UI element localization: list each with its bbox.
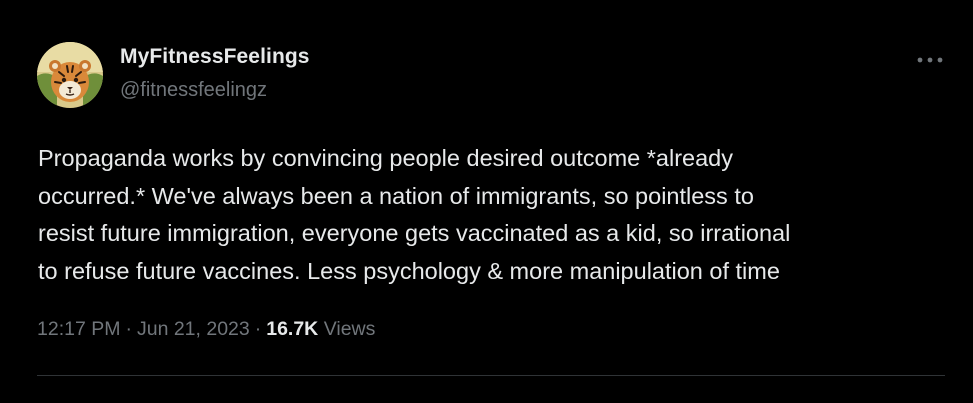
views-label: Views (323, 318, 376, 340)
author-handle[interactable]: @fitnessfeelingz (120, 79, 267, 102)
tweet-text-line: Propaganda works by convincing people de… (38, 145, 733, 171)
tweet-card: MyFitnessFeelings @fitnessfeelingz Propa… (0, 0, 973, 403)
tweet-text: Propaganda works by convincing people de… (38, 140, 948, 290)
author-avatar[interactable] (37, 42, 103, 108)
meta-separator: · (125, 318, 132, 340)
tweet-text-line: occurred.* We've always been a nation of… (38, 182, 754, 209)
tweet-text-line: to refuse future vaccines. Less psycholo… (38, 257, 780, 284)
tiger-avatar-icon (37, 42, 103, 108)
meta-separator: · (254, 318, 262, 340)
tweet-meta: 12:17 PM · Jun 21, 2023 · 16.7K Views (37, 318, 375, 341)
more-horizontal-icon (917, 57, 943, 63)
tweet-time[interactable]: 12:17 PM (37, 318, 120, 340)
author-display-name[interactable]: MyFitnessFeelings (120, 45, 310, 69)
divider (37, 375, 945, 376)
tweet-text-line: resist future immigration, everyone gets… (38, 220, 791, 246)
more-options-button[interactable] (910, 46, 950, 74)
views-count: 16.7K (266, 318, 319, 340)
tweet-date[interactable]: Jun 21, 2023 (137, 318, 250, 340)
